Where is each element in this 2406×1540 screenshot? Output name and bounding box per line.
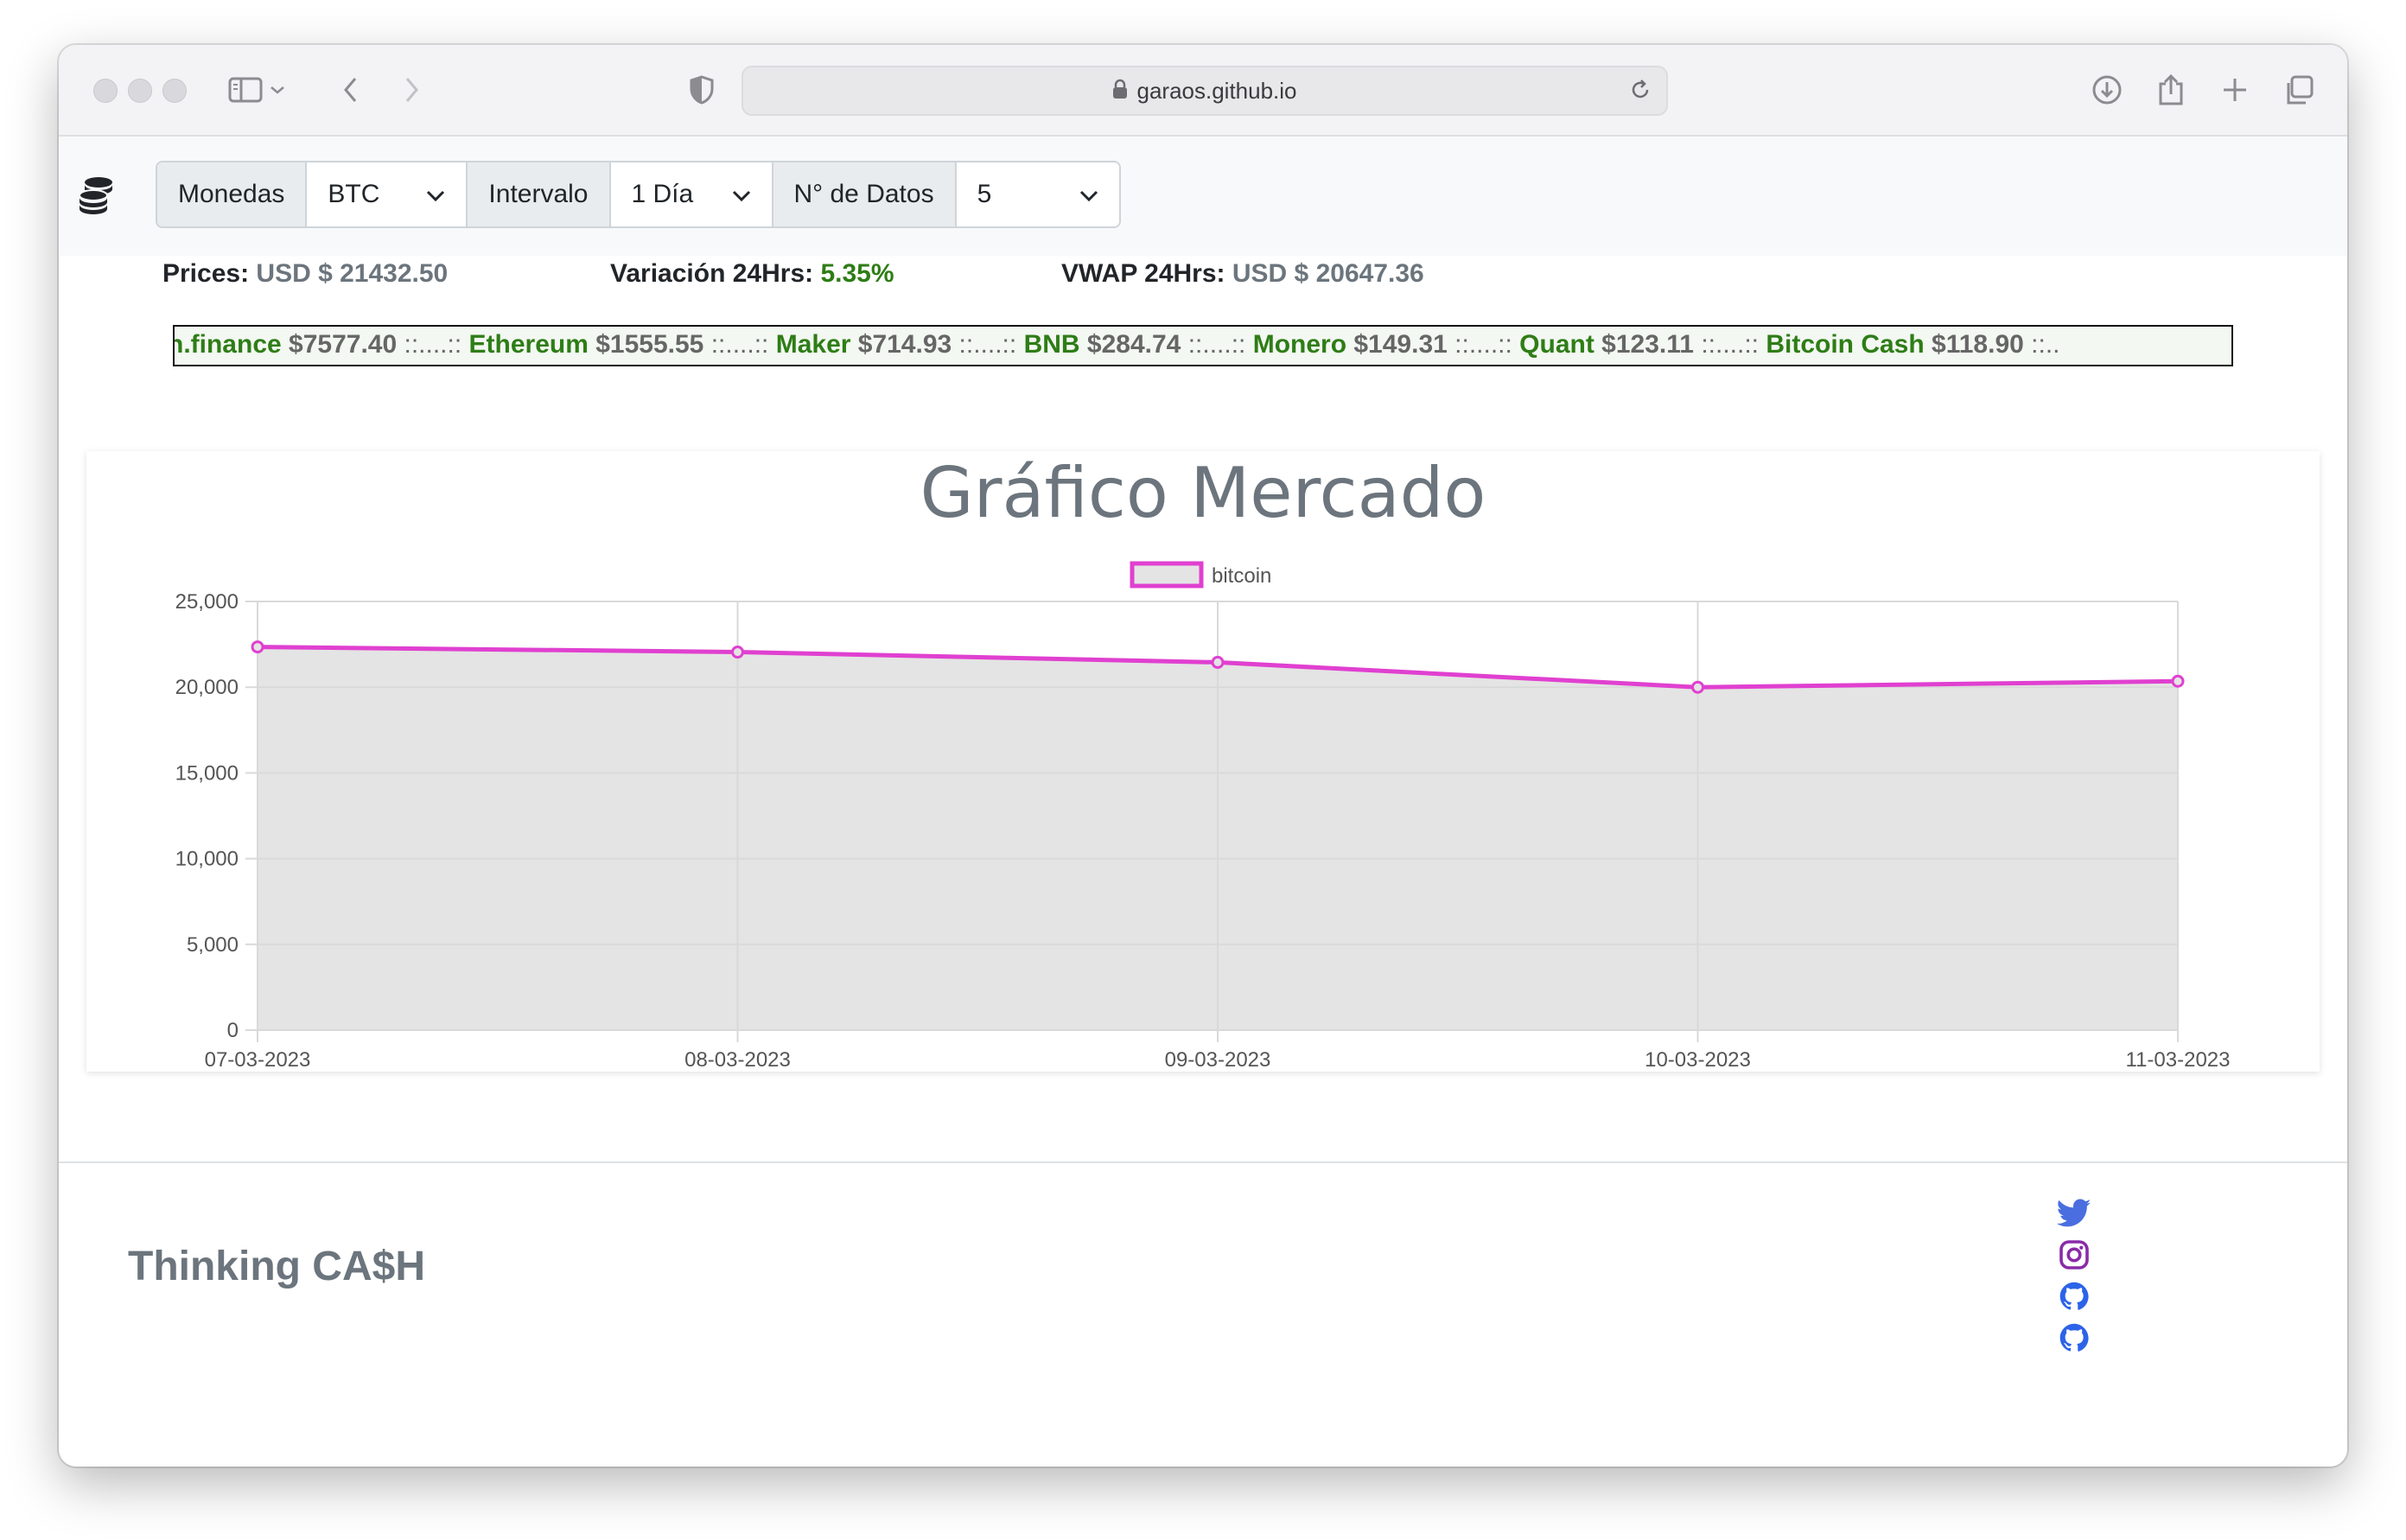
chart-xtick-label: 09-03-2023 bbox=[1165, 1048, 1271, 1072]
chart-ytick-label: 5,000 bbox=[187, 933, 239, 957]
chart-legend-swatch bbox=[1130, 561, 1204, 589]
chart-point bbox=[251, 640, 264, 654]
chart-point bbox=[1691, 680, 1704, 694]
footer-brand: Thinking CA$H bbox=[128, 1244, 425, 1289]
chart-xtick-label: 11-03-2023 bbox=[2126, 1048, 2231, 1072]
github-icon[interactable] bbox=[2055, 1277, 2093, 1315]
chart-xtick-label: 08-03-2023 bbox=[684, 1048, 791, 1072]
chart-ytick-label: 0 bbox=[227, 1019, 239, 1042]
chart-legend-label: bitcoin bbox=[1212, 564, 1271, 588]
chart-ytick-label: 10,000 bbox=[175, 848, 239, 871]
browser-window: garaos.github.io Monedas BTC Intervalo 1… bbox=[59, 45, 2347, 1467]
chart-ytick-label: 15,000 bbox=[175, 761, 239, 785]
chart-xtick-label: 10-03-2023 bbox=[1645, 1048, 1751, 1072]
footer-divider bbox=[59, 1161, 2347, 1163]
market-chart: 0 5,000 10,000 15,000 20,000 25,000 07-03-2023… bbox=[175, 561, 2231, 1072]
chart-xtick-label: 07-03-2023 bbox=[205, 1048, 311, 1072]
twitter-icon[interactable] bbox=[2055, 1194, 2093, 1232]
chart-point bbox=[2171, 674, 2185, 688]
instagram-icon[interactable] bbox=[2055, 1236, 2093, 1274]
chart-ytick-label: 20,000 bbox=[175, 676, 239, 699]
chart-ytick-label: 25,000 bbox=[175, 590, 239, 614]
chart-point bbox=[1211, 655, 1225, 669]
chart-point bbox=[731, 646, 744, 659]
github-icon[interactable] bbox=[2055, 1319, 2093, 1357]
